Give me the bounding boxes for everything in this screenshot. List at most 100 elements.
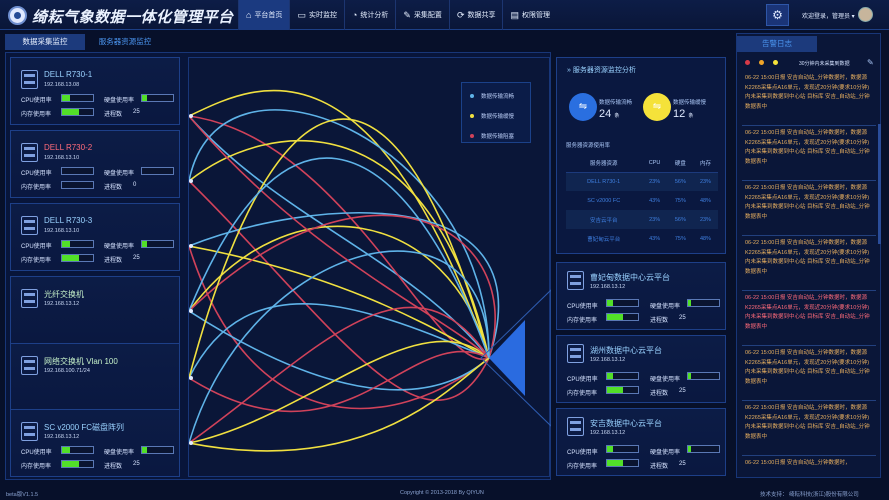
app-logo-icon (8, 6, 27, 25)
resource-analysis-panel: » 服务器资源监控分析 ⇋ 数据传输流畅 24 条 ⇋ 数据传输缓慢 12 条 … (556, 57, 726, 254)
log-entry[interactable]: 06-22 15:00日报 安吉自动站_分钟数据时，数据源K2265采集点A16… (742, 292, 876, 346)
proc-value: 25 (133, 461, 140, 467)
disk-label: 硬盘使用率 (650, 450, 681, 456)
cpu-label: CPU使用率 (21, 171, 52, 177)
filter-dot[interactable] (745, 60, 750, 65)
nav-item[interactable]: ⌂ 平台首页 (238, 0, 290, 30)
legend-dot (470, 114, 474, 118)
table-cell: 曹妃甸云平台 (587, 236, 621, 243)
alarm-subtitle: 30分钟内未采集到数据 (799, 61, 850, 67)
nav-icon: ⟳ (456, 9, 465, 20)
user-menu[interactable]: 欢迎登录，管理员 ▾ (802, 11, 855, 20)
table-cell: 56% (667, 210, 693, 229)
cpu-label: CPU使用率 (567, 450, 598, 456)
flow-line (189, 250, 490, 444)
proc-label: 进程数 (650, 391, 669, 397)
server-card[interactable]: DELL R730-2 192.168.13.10 CPU使用率 硬盘使用率 内存使用率… (10, 130, 180, 198)
platform-ip: 192.168.13.12 (590, 430, 626, 436)
server-icon (567, 271, 584, 290)
platform-card[interactable]: 安吉数据中心云平台 192.168.13.12 CPU使用率 硬盘使用率 内存使用率 进程… (556, 408, 726, 476)
server-card[interactable]: SC v2000 FC磁盘阵列 192.168.13.12 CPU使用率 硬盘使用率内… (10, 409, 180, 477)
nav-item[interactable]: ▭ 实时监控 (289, 0, 344, 30)
tab-data-collection[interactable]: 数据采集监控 (5, 34, 85, 50)
disk-label: 硬盘使用率 (104, 171, 135, 177)
cpu-usage-bar (606, 299, 639, 307)
settings-gear-icon[interactable]: ⚙ (766, 4, 789, 26)
log-entry[interactable]: 06-22 15:00日报 安吉自动站_分钟数据时，数据源K2265采集点A16… (742, 127, 876, 181)
server-ip: 192.168.13.10 (44, 155, 80, 161)
log-entry[interactable]: 06-22 15:00日报 安吉自动站_分钟数据时，数据源K2265采集点A16… (742, 182, 876, 236)
flow-line (189, 340, 490, 444)
edit-icon[interactable]: ✎ (867, 58, 874, 67)
avatar[interactable] (858, 7, 873, 22)
server-card[interactable]: 光纤交换机 192.168.13.12 (10, 276, 180, 344)
filter-dot[interactable] (773, 60, 778, 65)
source-node (189, 309, 193, 313)
server-name: DELL R730-1 (44, 70, 93, 79)
nav-item[interactable]: ⟳ 数据共享 (448, 0, 503, 30)
nav-icon: ⌂ (246, 10, 252, 20)
proc-label: 进程数 (650, 318, 669, 324)
flow-line (189, 306, 490, 444)
cpu-usage-bar (606, 372, 639, 380)
server-card[interactable]: 网络交换机 Vlan 100 192.168.100.71/24 (10, 343, 180, 411)
top-bar: 绮耘气象数据一体化管理平台 ⌂ 平台首页 ▭ 实时监控 ◔ 统计分析 ✎ 采集配置 ⟳ 数据共享 ▤… (0, 0, 889, 30)
mem-label: 内存使用率 (567, 391, 598, 397)
server-card[interactable]: DELL R730-3 192.168.13.10 CPU使用率 硬盘使用率 内存使用率… (10, 203, 180, 271)
nav-item[interactable]: ✎ 采集配置 (395, 0, 449, 30)
server-card[interactable]: DELL R730-1 192.168.13.08 CPU使用率 硬盘使用率 内存使用率… (10, 57, 180, 125)
platform-name: 曹妃甸数据中心云平台 (590, 273, 670, 282)
copyright: Copyright © 2013-2018 By QIYUN (400, 490, 484, 496)
mem-label: 内存使用率 (567, 318, 598, 324)
mem-usage-bar (61, 108, 94, 116)
source-node (189, 179, 193, 183)
mem-usage-bar (606, 386, 639, 394)
log-entry[interactable]: 06-22 15:00日报 安吉自动站_分钟数据时， (742, 457, 876, 475)
server-icon (567, 344, 584, 363)
tab-bar: 数据采集监控 服务器资源监控 (5, 34, 165, 50)
nav-item[interactable]: ◔ 统计分析 (343, 0, 395, 30)
table-row[interactable]: DELL R730-1 23% 56% 23% (566, 172, 718, 191)
tech-support: 技术支持： 绮耘科技(浙江)股份有限公司 (760, 492, 859, 498)
cpu-usage-bar (606, 445, 639, 453)
nav-item[interactable]: ▤ 权限管理 (502, 0, 557, 30)
disk-label: 硬盘使用率 (650, 377, 681, 383)
scrollbar[interactable] (878, 124, 881, 244)
proc-value: 25 (679, 461, 686, 467)
flow-legend: 数据传输流畅 数据传输缓慢 数据传输阻塞 (461, 82, 531, 143)
log-entry[interactable]: 06-22 15:00日报 安吉自动站_分钟数据时，数据源K2265采集点A16… (742, 72, 876, 126)
table-cell: 23% (692, 172, 718, 191)
log-entry[interactable]: 06-22 15:00日报 安吉自动站_分钟数据时，数据源K2265采集点A16… (742, 402, 876, 456)
log-entry[interactable]: 06-22 15:00日报 安吉自动站_分钟数据时，数据源K2265采集点A16… (742, 347, 876, 401)
cpu-usage-bar (61, 167, 94, 175)
tab-server-resources[interactable]: 服务器资源监控 (85, 34, 165, 50)
platform-card[interactable]: 曹妃甸数据中心云平台 192.168.13.12 CPU使用率 硬盘使用率 内存使用率 进… (556, 262, 726, 330)
server-icon (21, 356, 38, 375)
nav-label: 权限管理 (522, 12, 550, 19)
table-cell: 23% (692, 210, 718, 229)
nav-icon: ✎ (403, 9, 411, 20)
server-icon (21, 216, 38, 235)
filter-dot[interactable] (759, 60, 764, 65)
cpu-label: CPU使用率 (21, 450, 52, 456)
nav-label: 实时监控 (308, 12, 337, 19)
panel-title: » 服务器资源监控分析 (567, 67, 636, 74)
proc-label: 进程数 (104, 112, 123, 118)
proc-value: 25 (133, 255, 140, 261)
server-name: DELL R730-3 (44, 216, 93, 225)
table-row[interactable]: 安吉云平台 23% 56% 23% (566, 210, 718, 229)
platform-card[interactable]: 湖州数据中心云平台 192.168.13.12 CPU使用率 硬盘使用率 内存使用率 进程… (556, 335, 726, 403)
proc-value: 25 (679, 388, 686, 394)
server-icon (21, 143, 38, 162)
disk-label: 硬盘使用率 (104, 98, 135, 104)
mem-label: 内存使用率 (21, 464, 52, 470)
server-ip: 192.168.13.08 (44, 82, 80, 88)
source-node (189, 244, 193, 248)
legend-dot (470, 134, 474, 138)
log-entry[interactable]: 06-22 15:00日报 安吉自动站_分钟数据时，数据源K2265采集点A16… (742, 237, 876, 291)
table-row[interactable]: 曹妃甸云平台 43% 75% 48% (566, 229, 718, 248)
disk-usage-bar (687, 445, 720, 453)
table-row[interactable]: SC v2000 FC 43% 75% 48% (566, 191, 718, 210)
server-ip: 192.168.13.12 (44, 434, 80, 440)
legend-item: 数据传输缓慢 (470, 112, 514, 120)
